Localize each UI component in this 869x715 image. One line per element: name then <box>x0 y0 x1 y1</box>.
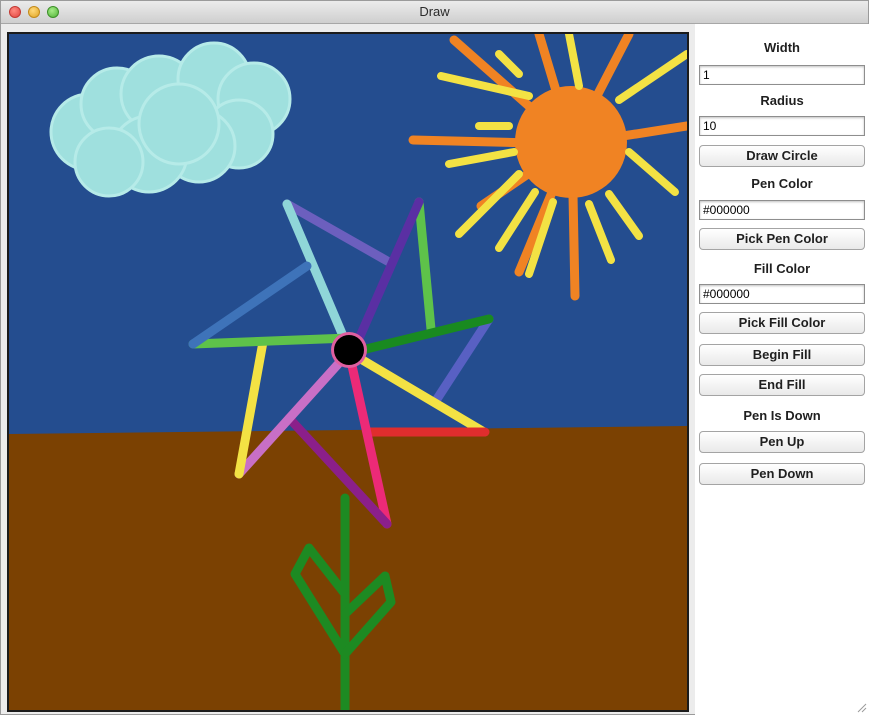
drawing-svg[interactable] <box>9 34 687 710</box>
fill-color-input[interactable] <box>699 284 865 304</box>
pen-color-label: Pen Color <box>751 176 813 191</box>
drawing-canvas[interactable] <box>7 32 689 712</box>
pen-status-label: Pen Is Down <box>743 408 821 423</box>
flower-center <box>334 335 364 365</box>
end-fill-button[interactable]: End Fill <box>699 374 865 396</box>
draw-circle-button[interactable]: Draw Circle <box>699 145 865 167</box>
resize-grip-icon[interactable] <box>855 701 867 713</box>
pen-color-input[interactable] <box>699 200 865 220</box>
title-bar[interactable]: Draw <box>1 1 868 24</box>
pick-fill-color-button[interactable]: Pick Fill Color <box>699 312 865 334</box>
pick-pen-color-button[interactable]: Pick Pen Color <box>699 228 865 250</box>
begin-fill-button[interactable]: Begin Fill <box>699 344 865 366</box>
pen-down-button[interactable]: Pen Down <box>699 463 865 485</box>
sun <box>515 86 627 198</box>
fill-color-label: Fill Color <box>753 261 811 276</box>
width-input[interactable] <box>699 65 865 85</box>
width-label: Width <box>764 40 800 55</box>
draw-window: Draw Width 1 Radius 10 Draw Circle Pen C… <box>0 0 869 715</box>
radius-input[interactable] <box>699 116 865 136</box>
radius-label: Radius <box>760 93 804 108</box>
window-title: Draw <box>419 4 450 19</box>
pen-up-button[interactable]: Pen Up <box>699 431 865 453</box>
control-panel: Width Radius Draw Circle Pen Color Pick … <box>695 24 869 715</box>
